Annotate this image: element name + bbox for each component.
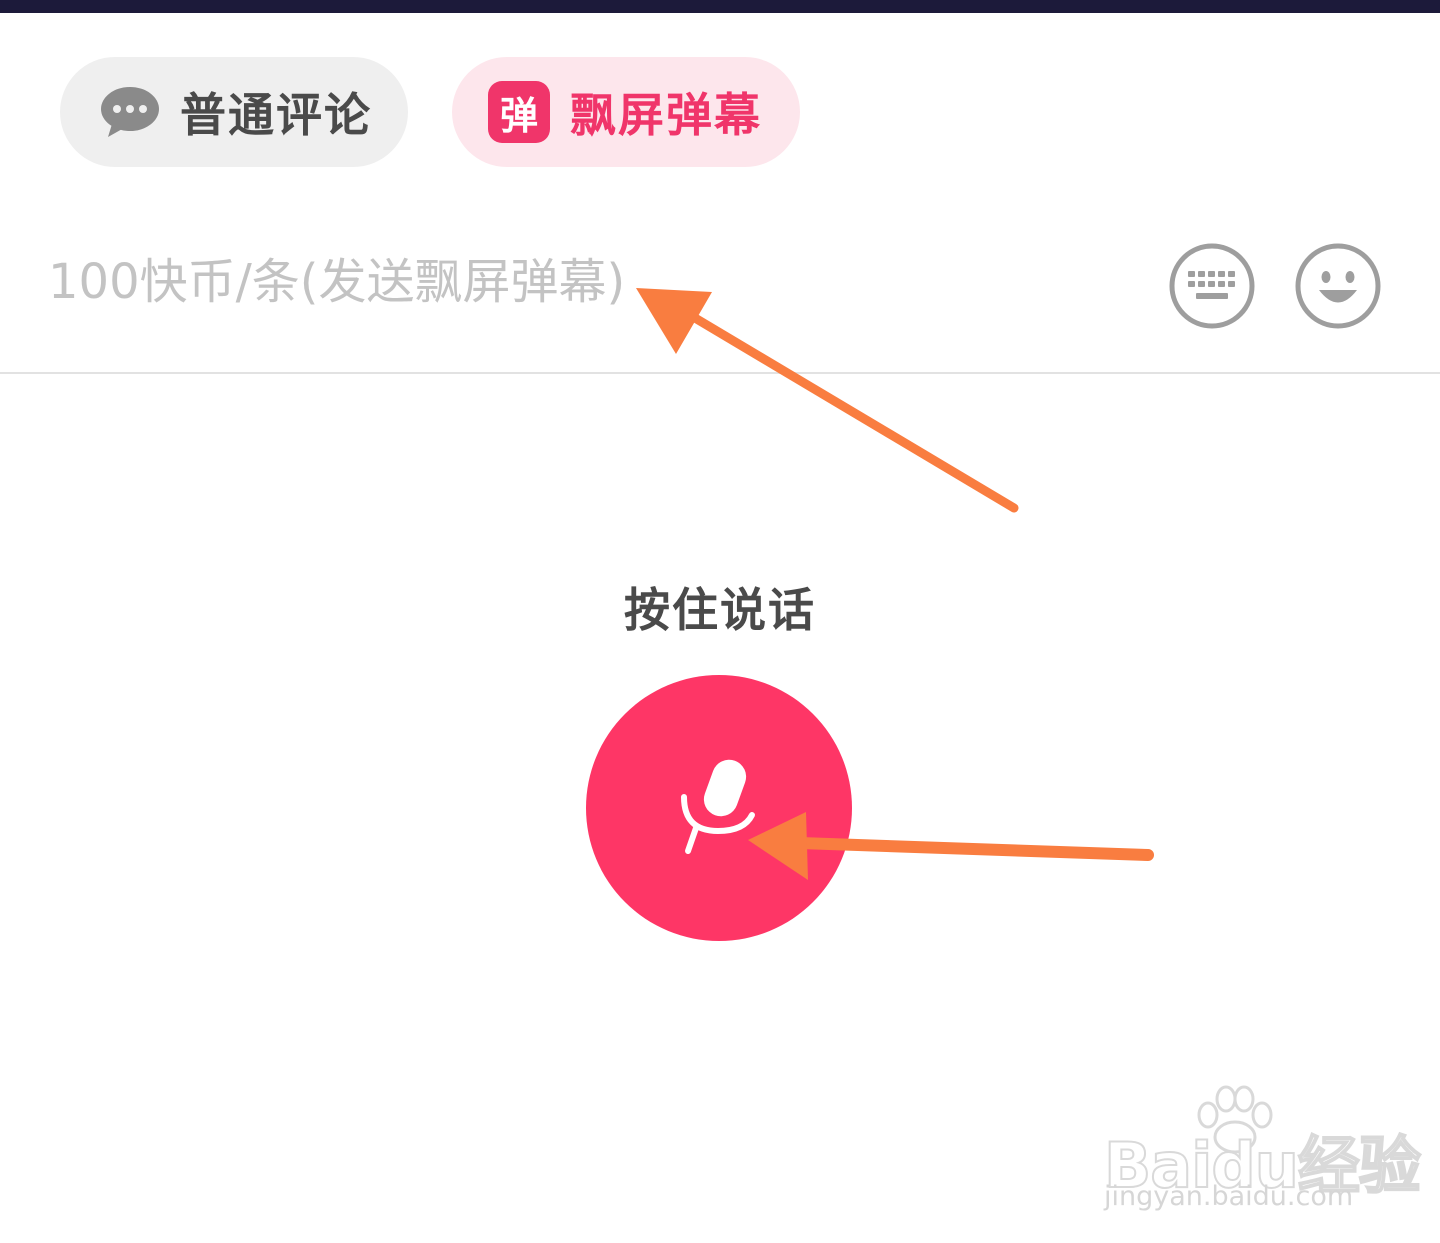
hold-to-talk-button[interactable] xyxy=(586,675,852,941)
danmaku-badge-icon: 弹 xyxy=(488,81,550,143)
tab-normal-comment[interactable]: 普通评论 xyxy=(60,57,408,167)
chat-bubble-icon xyxy=(101,87,159,137)
hold-to-talk-label: 按住说话 xyxy=(624,583,816,637)
baidu-jingyan-watermark: Baidu经验 jingyan.baidu.com xyxy=(1100,1085,1422,1215)
danmaku-input-row xyxy=(0,200,1440,374)
keyboard-icon[interactable] xyxy=(1169,243,1255,329)
tab-floating-danmaku-label: 飘屏弹幕 xyxy=(570,88,762,142)
top-status-bar xyxy=(0,0,1440,13)
emoji-icon[interactable] xyxy=(1295,243,1381,329)
watermark-url: jingyan.baidu.com xyxy=(1104,1181,1354,1212)
tab-floating-danmaku[interactable]: 弹 飘屏弹幕 xyxy=(452,57,800,167)
tab-normal-comment-label: 普通评论 xyxy=(180,88,372,142)
danmaku-text-input[interactable] xyxy=(48,242,1128,322)
microphone-icon xyxy=(681,759,755,854)
